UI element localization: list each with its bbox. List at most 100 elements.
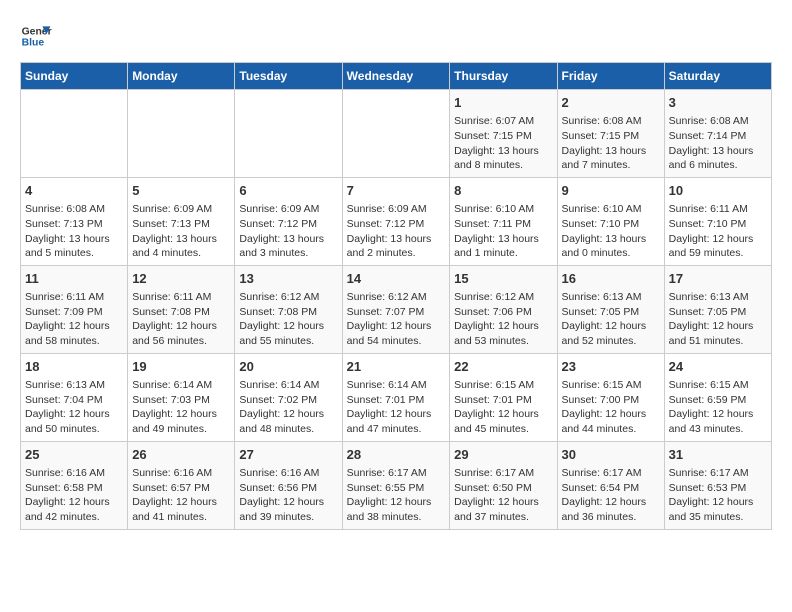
- cell-content-line: and 59 minutes.: [669, 246, 767, 261]
- day-number: 28: [347, 446, 446, 464]
- calendar-cell: 14Sunrise: 6:12 AMSunset: 7:07 PMDayligh…: [342, 265, 450, 353]
- svg-text:Blue: Blue: [22, 38, 45, 49]
- cell-content-line: Sunset: 7:08 PM: [239, 305, 337, 320]
- cell-content-line: and 54 minutes.: [347, 334, 446, 349]
- cell-content-line: Sunset: 6:53 PM: [669, 481, 767, 496]
- cell-content-line: Daylight: 12 hours: [239, 407, 337, 422]
- day-number: 20: [239, 358, 337, 376]
- cell-content-line: Sunset: 7:02 PM: [239, 393, 337, 408]
- cell-content-line: Sunrise: 6:12 AM: [239, 290, 337, 305]
- calendar-week-5: 25Sunrise: 6:16 AMSunset: 6:58 PMDayligh…: [21, 441, 772, 529]
- calendar-cell: 31Sunrise: 6:17 AMSunset: 6:53 PMDayligh…: [664, 441, 771, 529]
- cell-content-line: and 58 minutes.: [25, 334, 123, 349]
- cell-content-line: Sunrise: 6:16 AM: [239, 466, 337, 481]
- cell-content-line: Sunset: 6:54 PM: [562, 481, 660, 496]
- calendar-cell: 2Sunrise: 6:08 AMSunset: 7:15 PMDaylight…: [557, 90, 664, 178]
- cell-content-line: Sunrise: 6:11 AM: [132, 290, 230, 305]
- day-number: 9: [562, 182, 660, 200]
- cell-content-line: and 42 minutes.: [25, 510, 123, 525]
- day-number: 24: [669, 358, 767, 376]
- cell-content-line: Sunset: 7:05 PM: [669, 305, 767, 320]
- cell-content-line: Daylight: 12 hours: [347, 407, 446, 422]
- cell-content-line: and 8 minutes.: [454, 158, 552, 173]
- calendar-cell: 26Sunrise: 6:16 AMSunset: 6:57 PMDayligh…: [128, 441, 235, 529]
- cell-content-line: Sunset: 7:12 PM: [347, 217, 446, 232]
- calendar-week-3: 11Sunrise: 6:11 AMSunset: 7:09 PMDayligh…: [21, 265, 772, 353]
- cell-content-line: Sunset: 7:10 PM: [562, 217, 660, 232]
- day-number: 22: [454, 358, 552, 376]
- calendar-cell: 21Sunrise: 6:14 AMSunset: 7:01 PMDayligh…: [342, 353, 450, 441]
- cell-content-line: and 37 minutes.: [454, 510, 552, 525]
- cell-content-line: and 48 minutes.: [239, 422, 337, 437]
- cell-content-line: Sunset: 7:00 PM: [562, 393, 660, 408]
- day-number: 7: [347, 182, 446, 200]
- calendar-cell: 17Sunrise: 6:13 AMSunset: 7:05 PMDayligh…: [664, 265, 771, 353]
- calendar-header: SundayMondayTuesdayWednesdayThursdayFrid…: [21, 63, 772, 90]
- cell-content-line: Daylight: 12 hours: [132, 319, 230, 334]
- cell-content-line: Sunset: 7:04 PM: [25, 393, 123, 408]
- day-number: 15: [454, 270, 552, 288]
- cell-content-line: Sunrise: 6:09 AM: [239, 202, 337, 217]
- cell-content-line: Daylight: 12 hours: [562, 407, 660, 422]
- cell-content-line: Daylight: 13 hours: [132, 232, 230, 247]
- cell-content-line: Daylight: 12 hours: [562, 319, 660, 334]
- day-number: 21: [347, 358, 446, 376]
- cell-content-line: Sunrise: 6:08 AM: [25, 202, 123, 217]
- day-number: 27: [239, 446, 337, 464]
- cell-content-line: Sunset: 7:15 PM: [562, 129, 660, 144]
- cell-content-line: Daylight: 12 hours: [25, 495, 123, 510]
- calendar-cell: 29Sunrise: 6:17 AMSunset: 6:50 PMDayligh…: [450, 441, 557, 529]
- calendar-cell: [342, 90, 450, 178]
- cell-content-line: Sunset: 7:01 PM: [454, 393, 552, 408]
- col-header-tuesday: Tuesday: [235, 63, 342, 90]
- cell-content-line: Sunrise: 6:14 AM: [347, 378, 446, 393]
- col-header-wednesday: Wednesday: [342, 63, 450, 90]
- cell-content-line: Daylight: 12 hours: [132, 495, 230, 510]
- calendar-cell: 27Sunrise: 6:16 AMSunset: 6:56 PMDayligh…: [235, 441, 342, 529]
- cell-content-line: Sunrise: 6:14 AM: [239, 378, 337, 393]
- cell-content-line: and 3 minutes.: [239, 246, 337, 261]
- cell-content-line: Daylight: 12 hours: [239, 495, 337, 510]
- calendar-cell: 5Sunrise: 6:09 AMSunset: 7:13 PMDaylight…: [128, 177, 235, 265]
- calendar-cell: 9Sunrise: 6:10 AMSunset: 7:10 PMDaylight…: [557, 177, 664, 265]
- cell-content-line: Daylight: 12 hours: [25, 407, 123, 422]
- day-number: 2: [562, 94, 660, 112]
- cell-content-line: Daylight: 13 hours: [562, 232, 660, 247]
- cell-content-line: and 44 minutes.: [562, 422, 660, 437]
- cell-content-line: Sunrise: 6:13 AM: [562, 290, 660, 305]
- day-number: 16: [562, 270, 660, 288]
- cell-content-line: Daylight: 12 hours: [669, 232, 767, 247]
- cell-content-line: Sunrise: 6:09 AM: [132, 202, 230, 217]
- calendar-week-1: 1Sunrise: 6:07 AMSunset: 7:15 PMDaylight…: [21, 90, 772, 178]
- day-number: 4: [25, 182, 123, 200]
- calendar-cell: 8Sunrise: 6:10 AMSunset: 7:11 PMDaylight…: [450, 177, 557, 265]
- day-number: 6: [239, 182, 337, 200]
- cell-content-line: and 5 minutes.: [25, 246, 123, 261]
- calendar-cell: 11Sunrise: 6:11 AMSunset: 7:09 PMDayligh…: [21, 265, 128, 353]
- cell-content-line: Sunrise: 6:11 AM: [669, 202, 767, 217]
- cell-content-line: Sunset: 7:05 PM: [562, 305, 660, 320]
- calendar-cell: 15Sunrise: 6:12 AMSunset: 7:06 PMDayligh…: [450, 265, 557, 353]
- cell-content-line: Sunrise: 6:13 AM: [25, 378, 123, 393]
- calendar-cell: 24Sunrise: 6:15 AMSunset: 6:59 PMDayligh…: [664, 353, 771, 441]
- cell-content-line: Sunset: 6:57 PM: [132, 481, 230, 496]
- cell-content-line: and 43 minutes.: [669, 422, 767, 437]
- cell-content-line: and 2 minutes.: [347, 246, 446, 261]
- calendar-week-4: 18Sunrise: 6:13 AMSunset: 7:04 PMDayligh…: [21, 353, 772, 441]
- cell-content-line: Daylight: 12 hours: [239, 319, 337, 334]
- page-header: General Blue: [20, 20, 772, 52]
- cell-content-line: and 1 minute.: [454, 246, 552, 261]
- cell-content-line: Sunset: 7:06 PM: [454, 305, 552, 320]
- cell-content-line: Sunrise: 6:16 AM: [25, 466, 123, 481]
- cell-content-line: Daylight: 12 hours: [25, 319, 123, 334]
- col-header-sunday: Sunday: [21, 63, 128, 90]
- cell-content-line: Sunset: 7:08 PM: [132, 305, 230, 320]
- day-number: 3: [669, 94, 767, 112]
- day-number: 12: [132, 270, 230, 288]
- day-number: 1: [454, 94, 552, 112]
- cell-content-line: Sunset: 7:07 PM: [347, 305, 446, 320]
- day-number: 18: [25, 358, 123, 376]
- cell-content-line: and 6 minutes.: [669, 158, 767, 173]
- cell-content-line: Daylight: 12 hours: [454, 407, 552, 422]
- cell-content-line: Sunset: 6:50 PM: [454, 481, 552, 496]
